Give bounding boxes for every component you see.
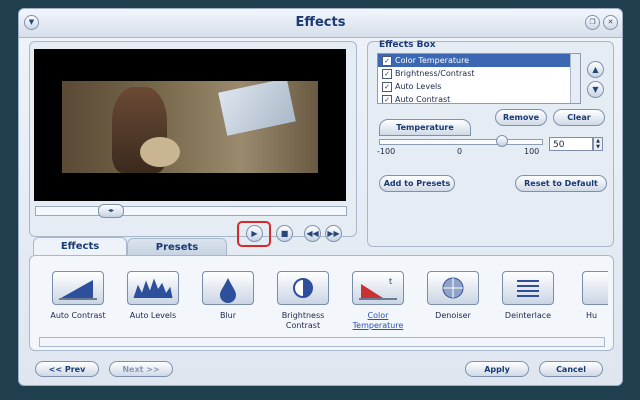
window-title: Effects [295, 15, 346, 30]
list-item[interactable]: ✓ Brightness/Contrast [378, 67, 580, 80]
temperature-value-input[interactable]: 50 [549, 137, 593, 151]
list-item-label: Auto Contrast [395, 95, 451, 104]
list-item[interactable]: ✓ Auto Levels [378, 80, 580, 93]
checkbox[interactable]: ✓ [382, 68, 392, 79]
effect-label: Auto Contrast [50, 311, 106, 320]
next-button[interactable]: Next >> [109, 361, 173, 377]
effect-label: Denoiser [435, 311, 471, 320]
value-spinner[interactable]: ▲ ▼ [593, 137, 603, 151]
auto-levels-icon [127, 271, 179, 305]
hue-icon [582, 271, 608, 305]
apply-button[interactable]: Apply [465, 361, 529, 377]
remove-button[interactable]: Remove [495, 109, 547, 126]
rewind-button[interactable]: ◀◀ [304, 225, 321, 242]
list-scrollbar[interactable] [570, 54, 580, 103]
temperature-slider[interactable] [379, 139, 543, 145]
play-button[interactable]: ▶ [246, 225, 263, 242]
slider-max-label: 100 [524, 147, 540, 156]
blur-icon [202, 271, 254, 305]
reset-to-default-button[interactable]: Reset to Default [515, 175, 607, 192]
color-temperature-icon: t [352, 271, 404, 305]
prev-button[interactable]: << Prev [35, 361, 99, 377]
video-drum [140, 137, 180, 167]
checkbox[interactable]: ✓ [382, 94, 392, 103]
move-down-button[interactable]: ▼ [587, 81, 604, 98]
effects-box-label: Effects Box [379, 40, 436, 50]
seek-bar[interactable]: ◂▸ [35, 204, 347, 218]
effect-tile-blur[interactable]: Blur [193, 271, 263, 321]
effect-tile-color-temperature[interactable]: t Color Temperature [343, 271, 413, 331]
stop-button[interactable]: ■ [276, 225, 293, 242]
effect-label: Brightness Contrast [281, 311, 325, 330]
video-frame [62, 81, 318, 173]
list-item-label: Color Temperature [395, 56, 470, 65]
effects-list[interactable]: ✓ Color Temperature ✓ Brightness/Contrast … [377, 53, 581, 104]
slider-min-label: -100 [377, 147, 396, 156]
temperature-slider-thumb[interactable] [496, 135, 508, 147]
effect-tile-hue[interactable]: Hu [568, 271, 608, 321]
list-item[interactable]: ✓ Color Temperature [378, 54, 580, 67]
gallery-scrollbar[interactable] [39, 337, 605, 347]
effect-label: Deinterlace [504, 311, 552, 320]
effect-label: Hu [586, 311, 598, 320]
clear-button[interactable]: Clear [553, 109, 605, 126]
fast-forward-button[interactable]: ▶▶ [325, 225, 342, 242]
add-to-presets-button[interactable]: Add to Presets [379, 175, 455, 192]
title-bar: ▼ Effects ❐ ✕ [19, 9, 622, 38]
move-up-button[interactable]: ▲ [587, 61, 604, 78]
close-icon[interactable]: ✕ [603, 15, 618, 30]
svg-text:t: t [389, 277, 392, 286]
effect-label: Color Temperature [352, 311, 404, 330]
restore-icon[interactable]: ❐ [585, 15, 600, 30]
effect-tile-auto-contrast[interactable]: Auto Contrast [43, 271, 113, 321]
brightness-contrast-icon [277, 271, 329, 305]
deinterlace-icon [502, 271, 554, 305]
effect-tile-denoiser[interactable]: Denoiser [418, 271, 488, 321]
checkbox[interactable]: ✓ [382, 55, 392, 66]
temperature-tab[interactable]: Temperature [379, 119, 471, 136]
cancel-button[interactable]: Cancel [539, 361, 603, 377]
slider-mid-label: 0 [457, 147, 463, 156]
video-preview [34, 49, 346, 201]
effect-label: Blur [219, 311, 237, 320]
denoiser-icon [427, 271, 479, 305]
effects-window: ▼ Effects ❐ ✕ ◂▸ ▶ ■ ◀◀ ▶▶ Effects Box ✓… [18, 8, 623, 386]
list-item-label: Auto Levels [395, 82, 442, 91]
tab-presets[interactable]: Presets [127, 238, 227, 256]
effect-tile-deinterlace[interactable]: Deinterlace [493, 271, 563, 321]
effect-tile-brightness-contrast[interactable]: Brightness Contrast [268, 271, 338, 331]
tab-effects[interactable]: Effects [33, 237, 127, 255]
list-item-label: Brightness/Contrast [395, 69, 475, 78]
video-paper [218, 81, 296, 136]
auto-contrast-icon [52, 271, 104, 305]
list-item[interactable]: ✓ Auto Contrast [378, 93, 580, 104]
effect-label: Auto Levels [129, 311, 177, 320]
effect-tile-auto-levels[interactable]: Auto Levels [118, 271, 188, 321]
checkbox[interactable]: ✓ [382, 81, 392, 92]
seek-thumb[interactable]: ◂▸ [98, 204, 124, 218]
